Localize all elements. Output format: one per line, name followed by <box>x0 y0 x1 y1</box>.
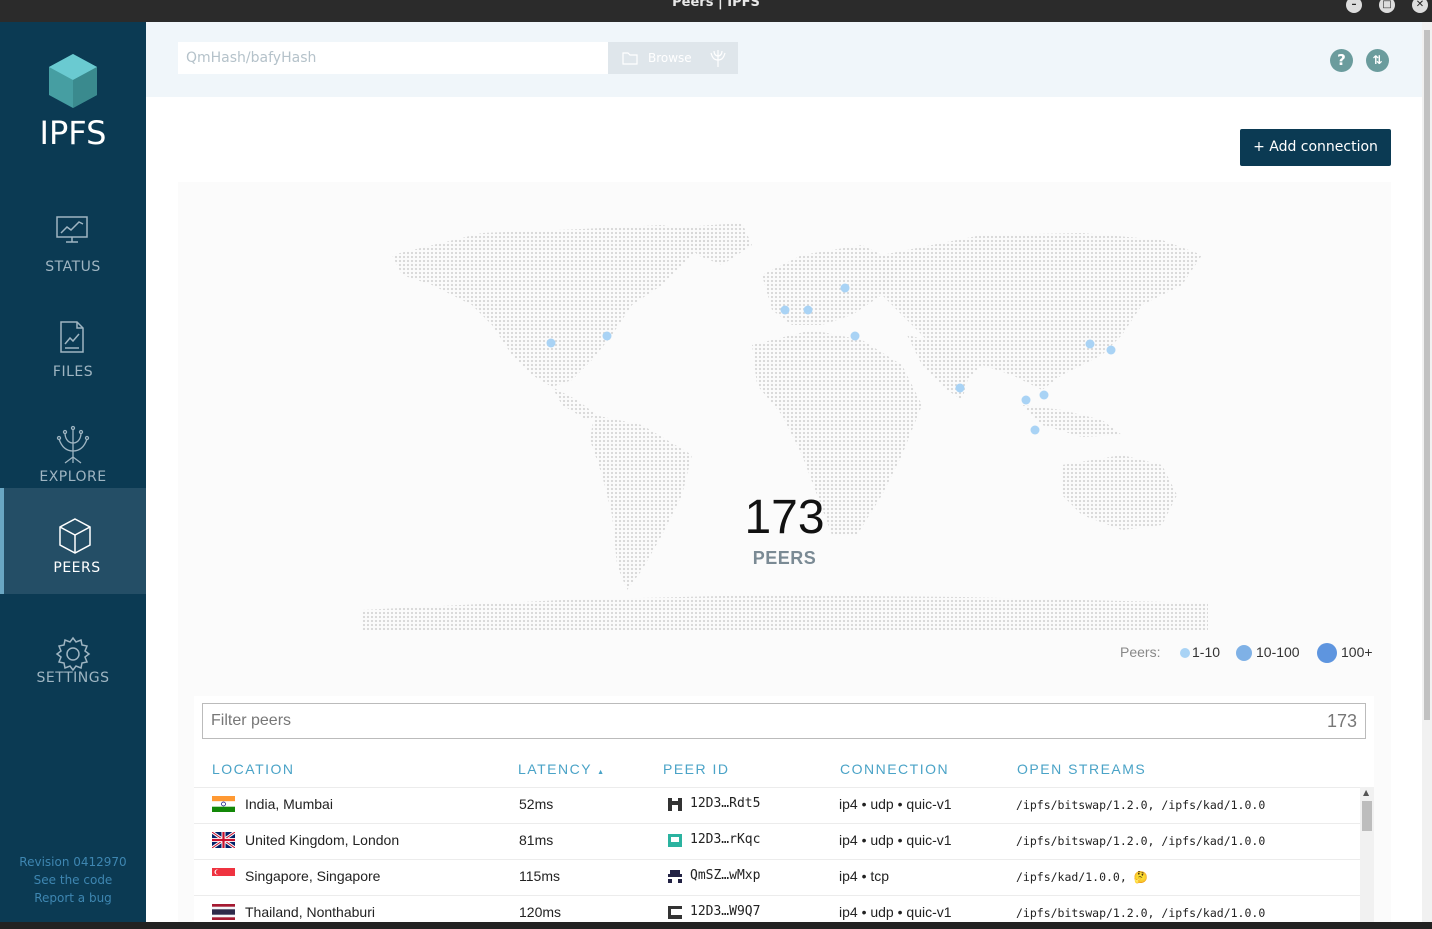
header-peer-id[interactable]: PEER ID <box>663 761 730 777</box>
latency-cell: 81ms <box>519 832 554 848</box>
peer-id-cell[interactable]: 12D3…Rdt5 <box>690 796 760 811</box>
sidebar-item-label: PEERS <box>53 560 101 576</box>
sidebar-item-label: SETTINGS <box>36 670 110 686</box>
close-icon[interactable]: ✕ <box>1412 0 1428 13</box>
india-flag-icon <box>212 796 235 812</box>
table-row[interactable]: Thailand, Nonthaburi 120ms 12D3…W9Q7 ip4… <box>194 895 1360 922</box>
header-latency[interactable]: LATENCY ▲ <box>518 761 606 777</box>
latency-cell: 120ms <box>519 904 562 920</box>
sidebar-item-peers[interactable]: PEERS <box>0 488 146 594</box>
see-code-link[interactable]: See the code <box>0 872 146 890</box>
explore-tree-icon <box>710 50 726 67</box>
scroll-up-icon[interactable]: ▲ <box>1363 788 1369 797</box>
main-content: QmHash/bafyHash Browse ? ⇅ + Add connect… <box>146 22 1422 922</box>
peer-identicon-icon <box>668 906 682 919</box>
sort-ascending-icon: ▲ <box>597 769 606 776</box>
ipfs-logo[interactable] <box>0 52 146 114</box>
table-row[interactable]: India, Mumbai 52ms 12D3…Rdt5 ip4 • udp •… <box>194 787 1360 823</box>
sidebar-item-label: STATUS <box>45 259 101 275</box>
minimize-icon[interactable]: – <box>1346 0 1362 13</box>
legend-large-label: 100+ <box>1341 644 1373 660</box>
legend-medium-label: 10-100 <box>1256 644 1300 660</box>
sidebar-item-settings[interactable]: SETTINGS <box>0 608 146 714</box>
peer-id-cell[interactable]: 12D3…rKqc <box>690 832 760 847</box>
help-icon[interactable]: ? <box>1330 49 1353 72</box>
peer-identicon-icon <box>668 870 682 883</box>
table-row[interactable]: Singapore, Singapore 115ms QmSZ…wMxp ip4… <box>194 859 1360 895</box>
bottom-border <box>0 922 1432 929</box>
streams-cell: /ipfs/bitswap/1.2.0, /ipfs/kad/1.0.0 <box>1016 834 1266 848</box>
peers-cube-icon <box>59 518 91 554</box>
legend-small-label: 1-10 <box>1192 644 1221 660</box>
explore-tree-icon <box>56 425 90 464</box>
add-connection-button[interactable]: + Add connection <box>1240 129 1391 166</box>
latency-cell: 52ms <box>519 796 554 812</box>
latency-cell: 115ms <box>519 868 560 884</box>
search-input[interactable]: QmHash/bafyHash <box>178 42 608 74</box>
revision-text[interactable]: Revision 0412970 <box>0 854 146 872</box>
peer-id-cell[interactable]: QmSZ…wMxp <box>690 868 760 883</box>
report-bug-link[interactable]: Report a bug <box>0 890 146 908</box>
singapore-flag-icon <box>212 868 235 884</box>
location-cell: Singapore, Singapore <box>245 868 381 884</box>
legend-title: Peers: <box>1120 644 1161 660</box>
ipfs-cube-logo-icon <box>49 54 97 108</box>
peers-table: Filter peers 173 LOCATION LATENCY ▲ PEER… <box>194 696 1374 922</box>
window-scrollbar[interactable] <box>1422 22 1432 922</box>
table-row[interactable]: United Kingdom, London 81ms 12D3…rKqc ip… <box>194 823 1360 859</box>
connection-cell: ip4 • tcp <box>839 868 890 884</box>
ipfs-logo-text: IPFS <box>39 114 107 152</box>
filter-peers-input[interactable]: Filter peers 173 <box>202 703 1366 739</box>
sync-arrows-icon[interactable]: ⇅ <box>1366 49 1389 72</box>
header-connection[interactable]: CONNECTION <box>840 761 949 777</box>
browse-label: Browse <box>648 51 692 65</box>
maximize-icon[interactable]: □ <box>1379 0 1395 13</box>
peer-identicon-icon <box>668 834 682 847</box>
peer-count: 173 <box>744 491 825 544</box>
table-scroll-thumb[interactable] <box>1362 801 1372 831</box>
peer-count-label: PEERS <box>752 548 817 568</box>
status-chart-icon <box>56 216 88 243</box>
header-open-streams[interactable]: OPEN STREAMS <box>1017 761 1146 777</box>
uk-flag-icon <box>212 832 235 848</box>
connection-cell: ip4 • udp • quic-v1 <box>839 796 952 812</box>
legend-medium-dot-icon <box>1236 645 1252 661</box>
window-titlebar: Peers | IPFS – □ ✕ <box>0 0 1432 22</box>
window-scroll-thumb[interactable] <box>1424 30 1430 720</box>
sidebar-item-files[interactable]: FILES <box>0 292 146 398</box>
folder-icon <box>622 52 638 65</box>
sidebar-item-label: EXPLORE <box>39 469 107 485</box>
top-bar: QmHash/bafyHash Browse ? ⇅ <box>146 22 1422 97</box>
files-document-icon <box>60 321 84 353</box>
sidebar-item-label: FILES <box>52 364 94 380</box>
header-location[interactable]: LOCATION <box>212 761 295 777</box>
streams-cell: /ipfs/bitswap/1.2.0, /ipfs/kad/1.0.0 <box>1016 906 1266 920</box>
browse-button[interactable]: Browse <box>608 42 738 74</box>
location-cell: India, Mumbai <box>245 796 333 812</box>
connection-cell: ip4 • udp • quic-v1 <box>839 904 952 920</box>
table-scrollbar[interactable]: ▲ <box>1360 787 1374 922</box>
location-cell: Thailand, Nonthaburi <box>245 904 375 920</box>
filter-count: 173 <box>1326 711 1357 731</box>
window-title: Peers | IPFS <box>672 0 760 10</box>
streams-cell: /ipfs/bitswap/1.2.0, /ipfs/kad/1.0.0 <box>1016 798 1266 812</box>
settings-gear-icon <box>55 636 91 672</box>
legend-large-dot-icon <box>1317 643 1337 663</box>
peer-identicon-icon <box>668 798 682 811</box>
legend-small-dot-icon <box>1180 648 1190 658</box>
peer-id-cell[interactable]: 12D3…W9Q7 <box>690 904 760 919</box>
streams-cell: /ipfs/kad/1.0.0, 🤔 <box>1016 870 1149 884</box>
connection-cell: ip4 • udp • quic-v1 <box>839 832 952 848</box>
table-header: LOCATION LATENCY ▲ PEER ID CONNECTION OP… <box>194 753 1374 786</box>
sidebar-item-status[interactable]: STATUS <box>0 187 146 293</box>
location-cell: United Kingdom, London <box>245 832 400 848</box>
thailand-flag-icon <box>212 904 235 920</box>
filter-placeholder: Filter peers <box>211 712 292 729</box>
sidebar: IPFS STATUS FILES EXPLORE PEERS SETTINGS… <box>0 22 146 922</box>
